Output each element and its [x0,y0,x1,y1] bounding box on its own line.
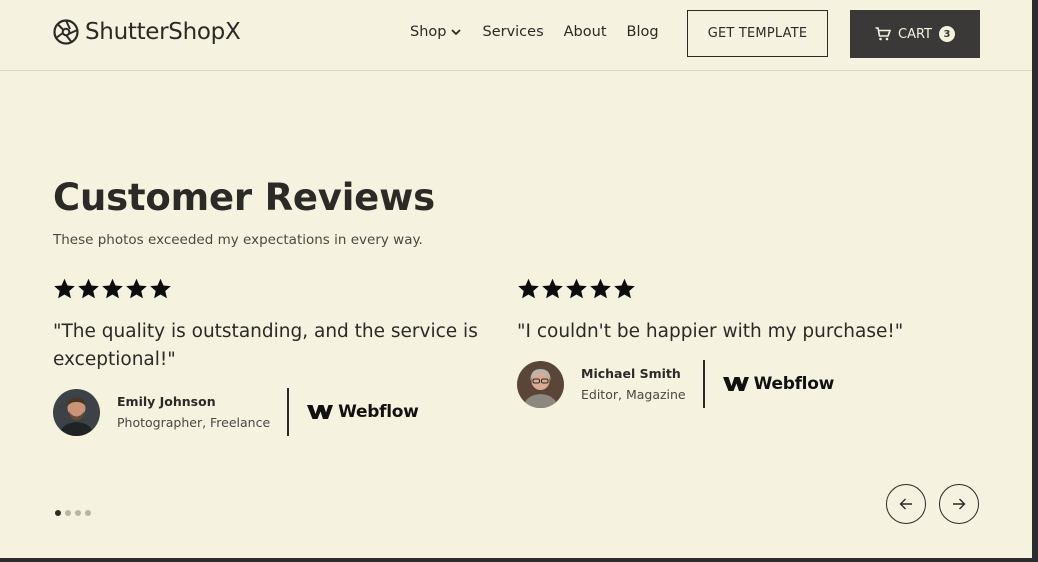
brand-logo[interactable]: ShutterShopX [53,19,241,45]
webflow-icon [307,404,334,420]
nav-item-services[interactable]: Services [482,24,543,40]
company-name: Webflow [753,374,835,394]
section-subtitle: These photos exceeded my expectations in… [53,232,423,248]
section-title: Customer Reviews [53,176,435,219]
slider-dot[interactable] [85,510,91,516]
company-logo: Webflow [722,374,835,394]
company-name: Webflow [338,402,419,422]
star-icon [101,278,124,300]
site-header: ShutterShopX Shop Services About Blog GE… [0,0,1032,71]
window-edge [0,558,1038,562]
arrow-right-icon [953,498,966,510]
author-role: Photographer, Freelance [117,415,271,430]
star-icon [517,278,540,300]
cart-button[interactable]: CART 3 [850,10,980,58]
star-rating [53,278,483,302]
previous-slide-button[interactable] [886,484,926,524]
review-quote: "The quality is outstanding, and the ser… [53,321,478,370]
cart-count-badge: 3 [939,26,955,42]
slider-dot[interactable] [65,510,71,516]
nav-item-label: About [563,24,607,40]
star-icon [53,278,76,300]
review-quote: "I couldn't be happier with my purchase!… [517,321,904,342]
divider [702,360,705,408]
star-icon [613,278,636,300]
avatar [517,360,564,408]
brand-name: ShutterShopX [85,19,241,45]
cart-label: CART [898,26,932,42]
star-icon [541,278,564,300]
cart-icon [875,27,892,41]
next-slide-button[interactable] [939,484,979,524]
nav-item-blog[interactable]: Blog [627,24,659,40]
main-nav: Shop Services About Blog [410,24,659,40]
star-icon [565,278,588,300]
star-icon [77,278,100,300]
review-card: "I couldn't be happier with my purchase!… [517,278,947,408]
review-author: Michael Smith Editor, Magazine Webflow [517,360,947,408]
review-card: "The quality is outstanding, and the ser… [53,278,483,436]
get-template-button[interactable]: GET TEMPLATE [687,10,828,57]
webflow-icon [722,376,749,392]
slider-dot[interactable] [55,510,61,516]
author-name: Michael Smith [581,366,681,381]
author-role: Editor, Magazine [581,387,686,402]
author-name: Emily Johnson [117,394,216,409]
nav-item-shop[interactable]: Shop [410,24,462,40]
nav-item-label: Blog [626,24,659,40]
camera-aperture-icon [53,19,79,45]
company-logo: Webflow [307,402,419,422]
review-author: Emily Johnson Photographer, Freelance We… [53,388,483,436]
slider-pagination [55,510,91,516]
window-edge [1032,0,1038,562]
avatar [53,388,100,436]
divider [287,388,290,436]
nav-item-about[interactable]: About [564,24,607,40]
arrow-left-icon [899,498,912,510]
nav-item-label: Services [482,24,544,40]
slider-dot[interactable] [75,510,81,516]
page: ShutterShopX Shop Services About Blog GE… [0,0,1032,558]
chevron-down-icon [450,26,462,38]
star-icon [125,278,148,300]
author-info: Michael Smith Editor, Magazine [581,366,686,402]
author-info: Emily Johnson Photographer, Freelance [117,394,270,430]
star-icon [149,278,172,300]
star-icon [589,278,612,300]
nav-item-label: Shop [410,24,447,40]
star-rating [517,278,947,302]
